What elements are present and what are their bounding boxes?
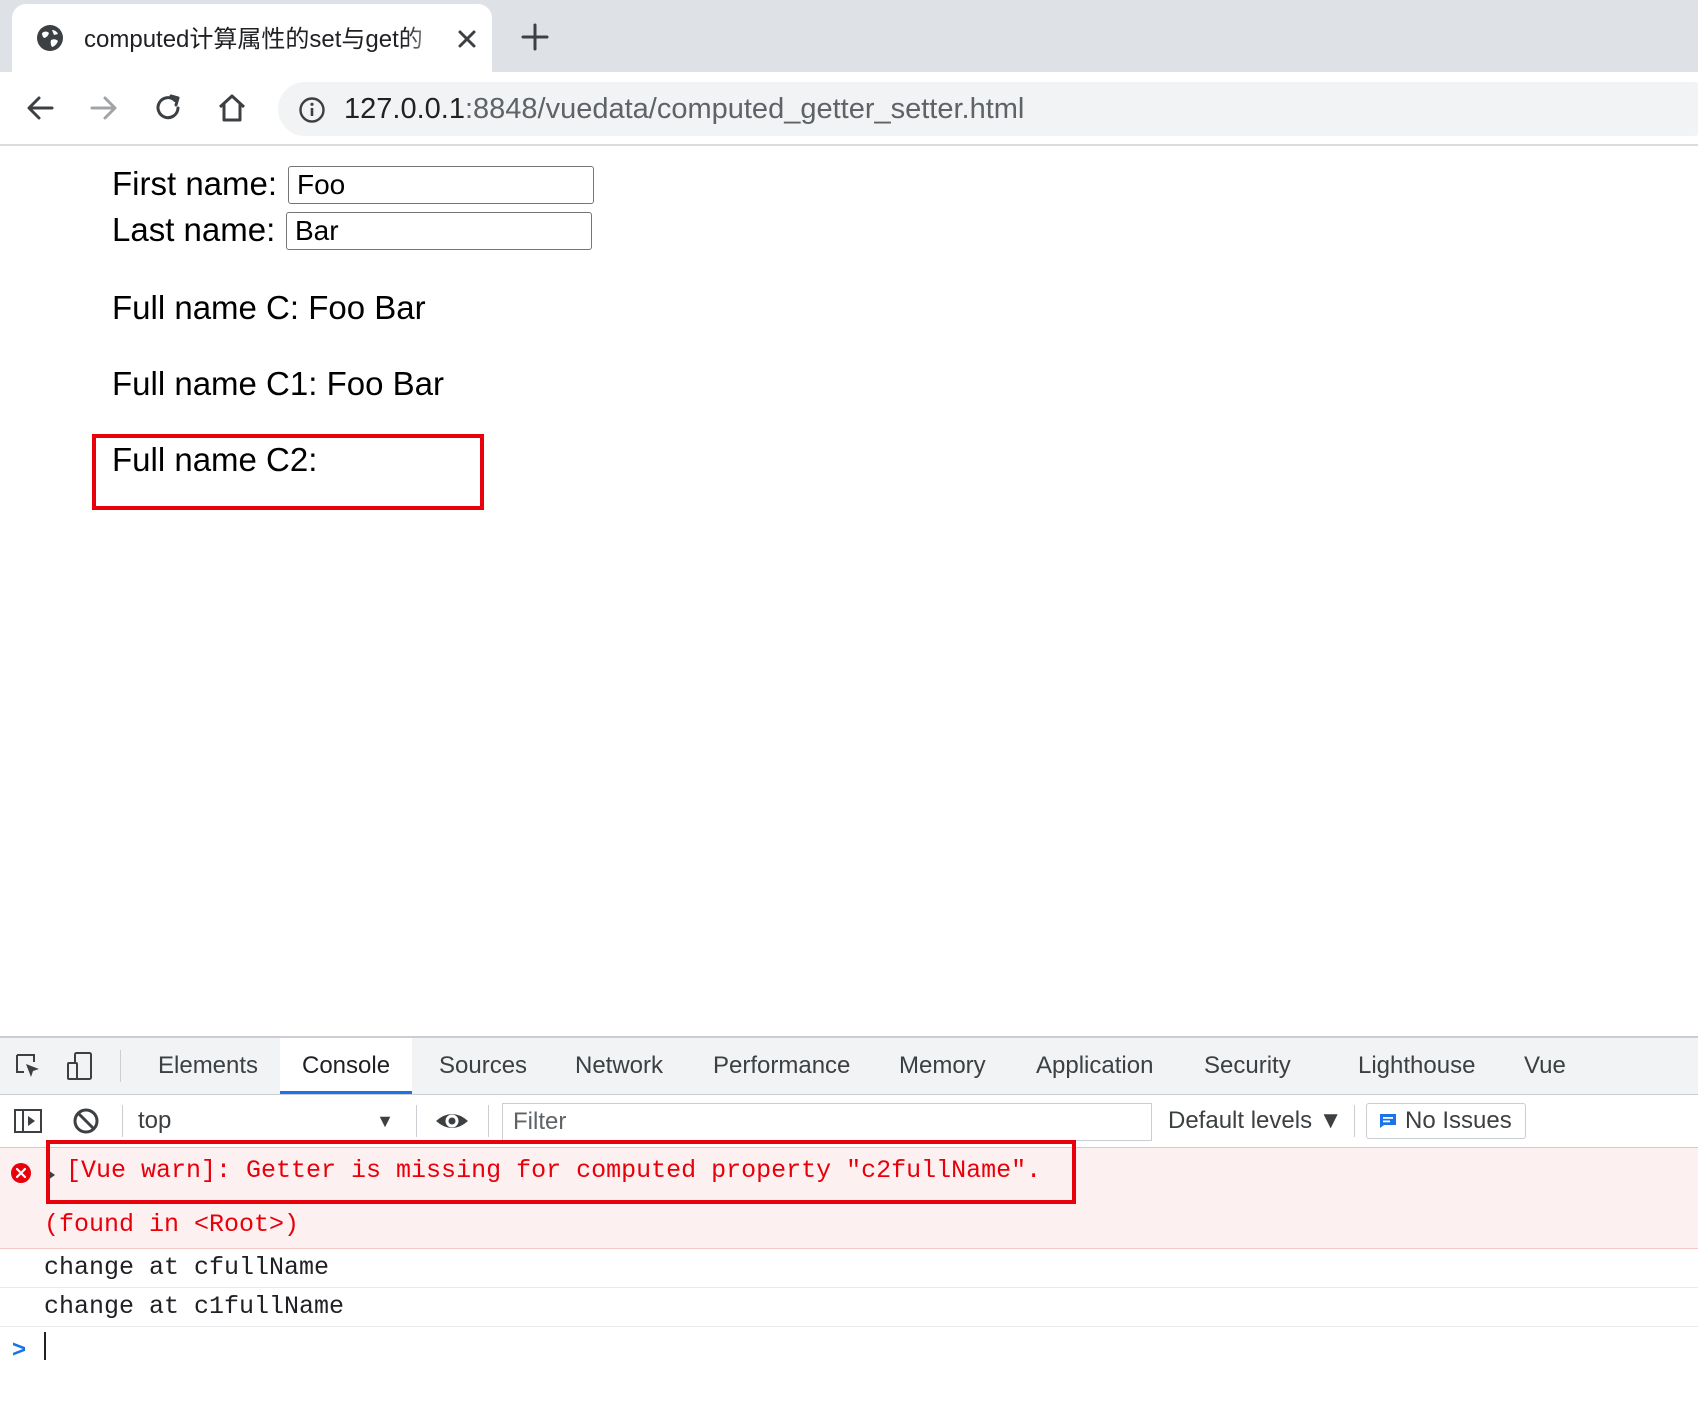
toolbar-divider	[416, 1105, 417, 1137]
default-levels-dropdown[interactable]: Default levels ▼	[1168, 1105, 1343, 1137]
devtools-panel: Elements Console Sources Network Perform…	[0, 1036, 1698, 1426]
console-log-row[interactable]: change at c1fullName	[0, 1288, 1698, 1327]
clear-console-icon[interactable]	[70, 1105, 102, 1137]
tab-memory[interactable]: Memory	[877, 1038, 1008, 1094]
tab-performance[interactable]: Performance	[691, 1038, 872, 1094]
browser-toolbar: 127.0.0.1:8848/vuedata/computed_getter_s…	[0, 72, 1698, 146]
tab-application[interactable]: Application	[1014, 1038, 1175, 1094]
message-icon	[1380, 1114, 1396, 1128]
first-name-input[interactable]	[288, 166, 594, 204]
forward-arrow-icon[interactable]	[86, 90, 122, 126]
filter-input[interactable]: Filter	[502, 1103, 1152, 1141]
issues-button[interactable]: No Issues	[1366, 1103, 1526, 1139]
error-line-2: (found in <Root>)	[44, 1210, 300, 1239]
tab-elements[interactable]: Elements	[136, 1038, 280, 1094]
toolbar-divider	[122, 1105, 123, 1137]
toolbar-divider	[488, 1105, 489, 1137]
toolbar-divider	[1354, 1105, 1355, 1137]
context-value: top	[138, 1107, 172, 1134]
tab-sources[interactable]: Sources	[417, 1038, 549, 1094]
highlight-box-c2	[92, 434, 484, 510]
tab-title: computed计算属性的set与get的	[84, 26, 423, 53]
issues-label: No Issues	[1405, 1107, 1512, 1134]
home-icon[interactable]	[214, 90, 250, 126]
error-icon	[11, 1163, 31, 1183]
full-name-c: Full name C: Foo Bar	[112, 289, 426, 326]
reload-icon[interactable]	[150, 90, 186, 126]
tab-console[interactable]: Console	[280, 1038, 413, 1094]
globe-icon	[37, 25, 63, 51]
tab-lighthouse[interactable]: Lighthouse	[1336, 1038, 1497, 1094]
browser-tab[interactable]: computed计算属性的set与get的	[12, 4, 492, 72]
url-path: :8848/vuedata/computed_getter_setter.htm…	[464, 93, 1025, 125]
last-name-label: Last name:	[112, 211, 276, 248]
close-icon[interactable]	[452, 24, 482, 54]
info-icon[interactable]	[298, 96, 326, 124]
inspect-element-icon[interactable]	[12, 1050, 44, 1082]
device-toolbar-icon[interactable]	[64, 1050, 96, 1082]
log-text: change at c1fullName	[44, 1292, 345, 1321]
devtools-tab-bar: Elements Console Sources Network Perform…	[0, 1038, 1698, 1095]
address-bar[interactable]: 127.0.0.1:8848/vuedata/computed_getter_s…	[278, 82, 1698, 136]
eye-icon[interactable]	[434, 1105, 470, 1137]
full-name-c1: Full name C1: Foo Bar	[112, 365, 444, 402]
tab-security[interactable]: Security	[1182, 1038, 1313, 1094]
tab-network[interactable]: Network	[553, 1038, 685, 1094]
url-text[interactable]: 127.0.0.1:8848/vuedata/computed_getter_s…	[344, 90, 1024, 128]
first-name-label: First name:	[112, 165, 278, 202]
sidebar-toggle-icon[interactable]	[12, 1105, 44, 1137]
back-arrow-icon[interactable]	[22, 90, 58, 126]
url-host: 127.0.0.1	[344, 93, 465, 125]
log-text: change at cfullName	[44, 1253, 330, 1282]
console-input-caret[interactable]	[44, 1332, 46, 1360]
console-log-row[interactable]: change at cfullName	[0, 1249, 1698, 1288]
last-name-input[interactable]	[286, 212, 592, 250]
context-selector[interactable]: top ▼	[138, 1105, 404, 1137]
console-prompt-icon: >	[12, 1336, 27, 1363]
page-content: First name: Last name: Full name C: Foo …	[0, 146, 1698, 1036]
highlight-box-warning	[46, 1140, 1076, 1204]
tab-vue[interactable]: Vue	[1502, 1038, 1588, 1094]
new-tab-plus-icon[interactable]	[518, 20, 552, 54]
tab-title-fade	[406, 22, 446, 58]
toolbar-divider	[120, 1050, 121, 1082]
dropdown-arrow-icon: ▼	[376, 1111, 394, 1131]
tab-strip: computed计算属性的set与get的	[0, 0, 1698, 72]
